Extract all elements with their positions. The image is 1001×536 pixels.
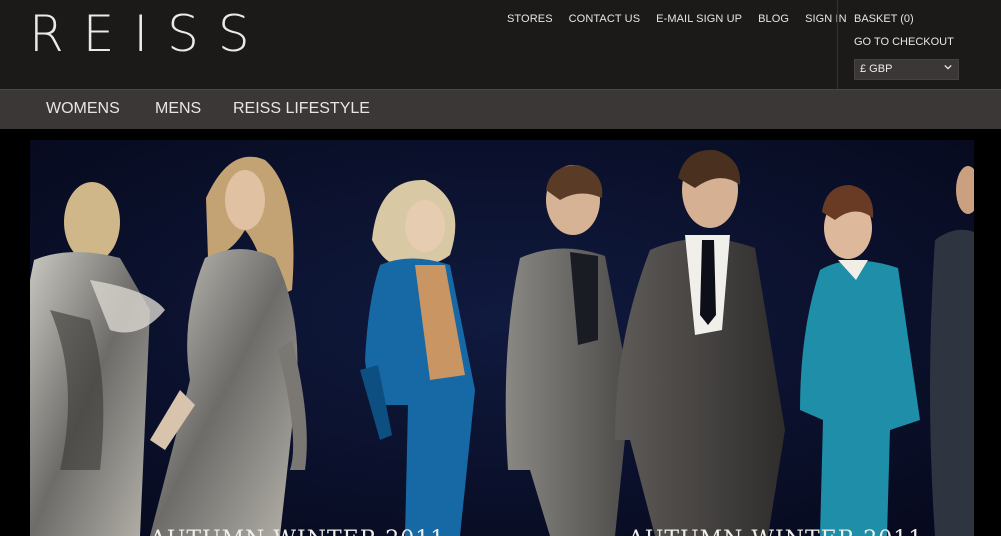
nav-reiss-lifestyle[interactable]: REISS LIFESTYLE [233, 100, 370, 118]
utility-link-blog[interactable]: BLOG [758, 13, 789, 25]
checkout-link[interactable]: GO TO CHECKOUT [854, 36, 994, 48]
utility-link-contact[interactable]: CONTACT US [569, 13, 641, 25]
hero-caption-left[interactable]: AUTUMN WINTER 2011 [150, 527, 445, 536]
nav-womens[interactable]: WOMENS [46, 100, 120, 118]
main-nav: WOMENS MENS REISS LIFESTYLE [0, 89, 1001, 129]
site-header: REISS STORES CONTACT US E-MAIL SIGN UP B… [0, 0, 1001, 89]
hero-banner[interactable]: AUTUMN WINTER 2011 AUTUMN WINTER 2011 [30, 140, 974, 536]
chevron-down-icon [944, 64, 952, 70]
currency-select[interactable]: £ GBP [854, 59, 959, 80]
utility-nav: STORES CONTACT US E-MAIL SIGN UP BLOG SI… [507, 13, 847, 25]
nav-mens[interactable]: MENS [155, 100, 201, 118]
basket-panel: BASKET (0) GO TO CHECKOUT [854, 13, 994, 48]
utility-link-sign-in[interactable]: SIGN IN [805, 13, 847, 25]
utility-link-email-signup[interactable]: E-MAIL SIGN UP [656, 13, 742, 25]
currency-value: £ GBP [860, 63, 893, 75]
hero-caption-right[interactable]: AUTUMN WINTER 2011 [628, 527, 923, 536]
header-divider [837, 0, 838, 89]
basket-link[interactable]: BASKET (0) [854, 13, 994, 25]
hero-photo [30, 140, 974, 536]
utility-link-stores[interactable]: STORES [507, 13, 553, 25]
brand-logo[interactable]: REISS [29, 4, 269, 64]
